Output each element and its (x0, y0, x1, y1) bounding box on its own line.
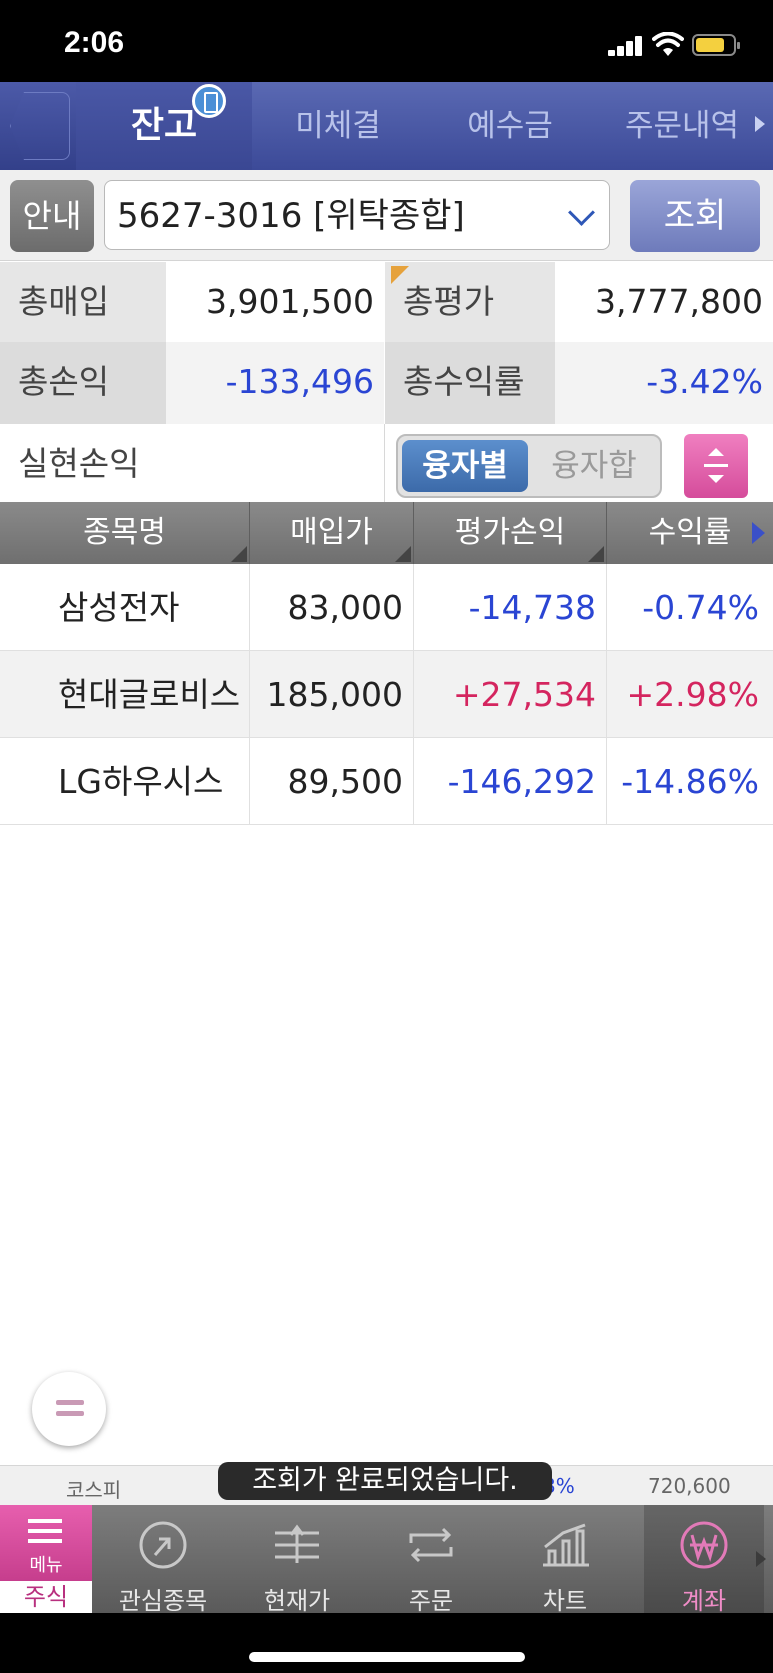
ticker-index-name: 코스피 (66, 1478, 122, 1502)
table-row[interactable]: 삼성전자 83,000 -14,738 -0.74% (0, 564, 773, 651)
loan-sum-toggle[interactable]: 융자합 (532, 440, 656, 492)
col-header-name-label: 종목명 (83, 515, 166, 550)
account-select-value: 5627-3016 [위탁종합] (117, 196, 465, 236)
total-pl-value: -133,496 (166, 342, 384, 424)
scroll-right-arrow-icon[interactable] (752, 522, 765, 544)
row-stock-name: LG하우시스 (0, 738, 250, 825)
total-return-value: -3.42% (555, 342, 773, 424)
nav-order[interactable]: 주문 (364, 1505, 498, 1615)
menu-label: 메뉴 (29, 1555, 63, 1576)
nav-chart[interactable]: 차트 (498, 1505, 632, 1615)
total-return-label: 총수익률 (385, 342, 555, 424)
top-tab-bar: 잔고 미체결 예수금 주문내역 (0, 82, 773, 170)
nav-account[interactable]: 계좌 (644, 1505, 764, 1615)
nav-chart-label: 차트 (542, 1587, 588, 1615)
signal-icon (608, 36, 642, 56)
holdings-table-header: 종목명 매입가 평가손익 수익률 (0, 502, 773, 564)
row-eval-pl: -14,738 (414, 564, 607, 651)
menu-button[interactable]: 메뉴 주식 (0, 1505, 92, 1613)
row-eval-pl: -146,292 (414, 738, 607, 825)
sync-badge-icon[interactable] (192, 84, 226, 118)
nav-current-price-label: 현재가 (263, 1587, 331, 1615)
row-purchase-price: 185,000 (250, 651, 414, 738)
ticker-value: 720,600 (648, 1474, 731, 1498)
col-header-pl-label: 평가손익 (454, 515, 566, 550)
col-header-price-label: 매입가 (290, 515, 373, 550)
row-eval-pl: +27,534 (414, 651, 607, 738)
total-eval-value: 3,777,800 (555, 262, 773, 342)
col-header-pl[interactable]: 평가손익 (414, 502, 607, 564)
floating-menu-button[interactable] (32, 1372, 106, 1446)
nav-order-label: 주문 (408, 1587, 454, 1615)
row-purchase-price: 89,500 (250, 738, 414, 825)
equals-icon (56, 1400, 84, 1405)
chevron-down-icon (568, 199, 595, 226)
row-return-rate: +2.98% (626, 675, 759, 714)
home-indicator[interactable] (249, 1652, 525, 1662)
account-select[interactable]: 5627-3016 [위탁종합] (104, 180, 610, 250)
won-coin-icon (680, 1521, 728, 1569)
hamburger-icon (28, 1519, 62, 1523)
row-stock-name: 삼성전자 (0, 564, 250, 651)
order-exchange-icon (409, 1527, 453, 1563)
nav-current-price[interactable]: 현재가 (230, 1505, 364, 1615)
corner-marker-icon (391, 266, 409, 284)
info-button[interactable]: 안내 (10, 180, 94, 252)
nav-account-label: 계좌 (681, 1587, 727, 1615)
back-button[interactable] (0, 82, 76, 170)
tab-unfilled[interactable]: 미체결 (252, 82, 424, 170)
row-stock-name: 현대글로비스 (0, 651, 250, 738)
col-header-name[interactable]: 종목명 (0, 502, 250, 564)
col-header-return[interactable]: 수익률 (607, 502, 773, 564)
col-header-return-label: 수익률 (648, 515, 732, 550)
status-time: 2:06 (64, 26, 125, 59)
total-purchase-value: 3,901,500 (166, 262, 384, 342)
status-bar: 2:06 (0, 0, 773, 82)
chart-icon (543, 1523, 589, 1567)
total-pl-label: 총손익 (0, 342, 166, 424)
realized-pl-value (166, 424, 384, 502)
price-lines-icon (275, 1524, 319, 1563)
nav-watchlist-label: 관심종목 (118, 1587, 208, 1615)
nav-more-arrow-icon[interactable] (756, 1551, 766, 1567)
account-row: 안내 5627-3016 [위탁종합] 조회 (0, 170, 773, 261)
realized-pl-label: 실현손익 (0, 424, 166, 502)
tab-deposit[interactable]: 예수금 (424, 82, 596, 170)
toast-message: 조회가 완료되었습니다. (218, 1462, 552, 1500)
sort-arrows-icon (704, 448, 728, 483)
row-return-rate: -0.74% (642, 588, 759, 627)
loan-by-item-toggle[interactable]: 융자별 (402, 440, 528, 492)
loan-segmented-control[interactable]: 융자별 융자합 (396, 434, 662, 498)
home-indicator-bar (0, 1613, 773, 1673)
tab-more-arrow-icon[interactable] (755, 116, 765, 132)
table-row[interactable]: LG하우시스 89,500 -146,292 -14.86% (0, 738, 773, 825)
query-button[interactable]: 조회 (630, 180, 760, 252)
tab-order-history[interactable]: 주문내역 (596, 82, 768, 170)
total-eval-label: 총평가 (385, 262, 555, 342)
bottom-nav: 메뉴 주식 관심종목 현재가 주문 차트 계좌 (0, 1505, 773, 1615)
stock-tab[interactable]: 주식 (0, 1581, 92, 1613)
row-purchase-price: 83,000 (250, 564, 414, 651)
battery-icon (692, 34, 740, 56)
tab-balance[interactable]: 잔고 (76, 82, 252, 170)
table-row[interactable]: 현대글로비스 185,000 +27,534 +2.98% (0, 651, 773, 738)
watchlist-icon (139, 1521, 187, 1569)
col-header-price[interactable]: 매입가 (250, 502, 414, 564)
expand-collapse-button[interactable] (684, 434, 748, 498)
divider (384, 424, 385, 502)
total-purchase-label: 총매입 (0, 262, 166, 342)
row-return-rate: -14.86% (621, 762, 759, 801)
nav-watchlist[interactable]: 관심종목 (96, 1505, 230, 1615)
wifi-icon (652, 32, 684, 56)
